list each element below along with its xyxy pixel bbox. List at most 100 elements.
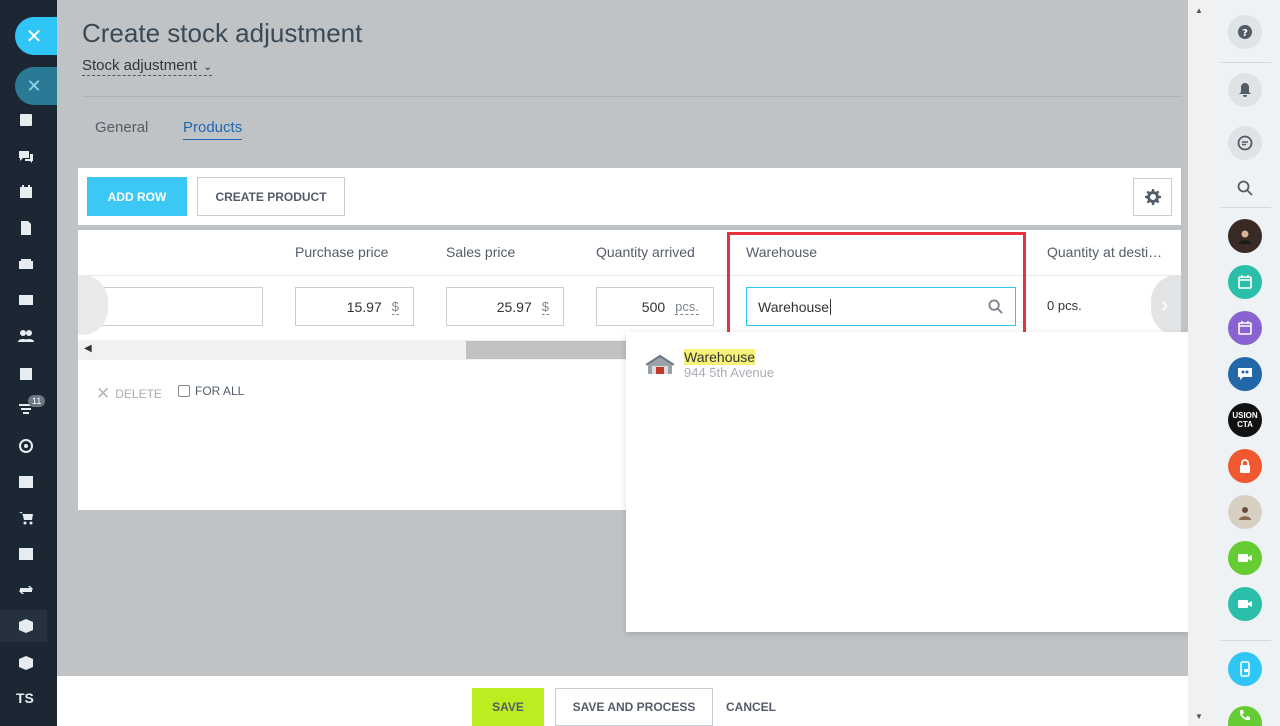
target-icon[interactable]	[17, 438, 35, 454]
cart-icon[interactable]	[17, 510, 35, 526]
photo-avatar[interactable]	[1228, 495, 1262, 529]
gear-icon	[1144, 189, 1161, 205]
column-header-purchase-price[interactable]: Purchase price	[295, 244, 388, 260]
close-icon: ✕	[25, 25, 43, 48]
chevron-right-icon: ›	[1161, 292, 1169, 317]
tab-products[interactable]: Products	[183, 119, 243, 140]
lock-icon	[1240, 459, 1250, 473]
create-product-button[interactable]: CREATE PRODUCT	[197, 177, 345, 216]
grid-scroll-left-button[interactable]	[78, 275, 108, 335]
column-header-sales-price[interactable]: Sales price	[446, 244, 515, 260]
scroll-down-arrow-icon[interactable]: ▼	[1195, 712, 1203, 721]
scroll-up-arrow-icon[interactable]: ▲	[1195, 6, 1203, 15]
separator	[1221, 640, 1271, 641]
fusion-avatar[interactable]: USION CTA	[1228, 403, 1262, 437]
for-all-label: FOR ALL	[195, 384, 245, 398]
vertical-scrollbar[interactable]: ▲ ▼	[1188, 0, 1211, 726]
calendar-icon[interactable]	[17, 184, 35, 200]
quantity-unit[interactable]: pcs.	[675, 299, 699, 315]
drive-icon[interactable]	[17, 256, 35, 272]
column-header-quantity-arrived[interactable]: Quantity arrived	[596, 244, 695, 260]
avatar[interactable]	[1228, 219, 1262, 253]
search-button[interactable]	[1228, 171, 1262, 205]
right-panel: ? USION CTA	[1211, 0, 1280, 726]
highlight-frame	[727, 232, 1026, 343]
video-call-button-2[interactable]	[1228, 587, 1262, 621]
calendar-icon	[1238, 275, 1252, 289]
group-icon[interactable]	[17, 328, 35, 344]
video-call-button[interactable]	[1228, 541, 1262, 575]
bell-icon	[1239, 83, 1251, 97]
user-photo-icon	[1239, 507, 1251, 520]
sales-currency[interactable]: $	[541, 299, 549, 315]
locked-chat-button[interactable]	[1228, 449, 1262, 483]
calendar-chat-button-2[interactable]	[1228, 311, 1262, 345]
products-toolbar: ADD ROW CREATE PRODUCT	[78, 168, 1181, 225]
chat-button[interactable]	[1228, 126, 1262, 160]
warehouse-building-icon	[646, 354, 674, 374]
tab-general[interactable]: General	[95, 119, 148, 136]
phone-icon	[1239, 710, 1250, 721]
page-title: Create stock adjustment	[82, 18, 363, 48]
calendar-icon	[1238, 321, 1252, 335]
document-icon[interactable]	[17, 220, 35, 236]
chat-bubble-icon	[1237, 135, 1253, 151]
chat-icon[interactable]	[17, 149, 35, 165]
quantity-destination-value: 0 pcs.	[1047, 298, 1082, 313]
close-icon: ✕	[26, 75, 42, 96]
delete-label: DELETE	[115, 387, 162, 401]
horizontal-scrollbar-thumb[interactable]	[466, 341, 636, 359]
warehouse-dropdown: Warehouse 944 5th Avenue	[626, 332, 1188, 632]
video-camera-icon	[1238, 600, 1252, 608]
sales-price-input[interactable]: 25.97 $	[446, 287, 564, 326]
fusion-avatar-text: USION CTA	[1232, 411, 1258, 429]
quantity-input[interactable]: 500 pcs.	[596, 287, 714, 326]
document-type-label: Stock adjustment	[82, 57, 198, 74]
checkbox[interactable]	[178, 385, 190, 397]
sites-icon[interactable]	[17, 474, 35, 490]
user-photo-icon	[1239, 230, 1251, 244]
purchase-price-value: 15.97	[346, 298, 382, 315]
close-icon: ✕	[96, 384, 111, 403]
notifications-button[interactable]	[1228, 73, 1262, 107]
telephony-button[interactable]	[1228, 652, 1262, 686]
scroll-left-arrow-icon[interactable]: ◀	[84, 343, 92, 354]
help-button[interactable]: ?	[1228, 15, 1262, 49]
group-chat-button[interactable]	[1228, 357, 1262, 391]
column-header-quantity-destination[interactable]: Quantity at desti…	[1047, 244, 1162, 260]
separator	[1221, 207, 1271, 208]
calendar-chat-button[interactable]	[1228, 265, 1262, 299]
divider	[82, 96, 1182, 97]
purchase-currency[interactable]: $	[391, 299, 399, 315]
grid-settings-button[interactable]	[1133, 178, 1172, 216]
save-button[interactable]: SAVE	[472, 688, 544, 726]
delete-button[interactable]: ✕ DELETE	[96, 384, 162, 404]
close-slider-button[interactable]: ✕	[15, 17, 57, 55]
grid-scroll-right-button[interactable]: ›	[1151, 275, 1181, 335]
footer-action-bar: SAVE SAVE AND PROCESS CANCEL	[57, 676, 1188, 726]
inventory-box-icon-2[interactable]	[17, 655, 35, 671]
dropdown-item-address: 944 5th Avenue	[684, 365, 775, 380]
help-icon: ?	[1238, 25, 1252, 39]
search-icon	[1237, 180, 1253, 196]
task-icon[interactable]	[17, 366, 35, 382]
mail-icon[interactable]	[17, 292, 35, 308]
user-initials[interactable]: TS	[16, 690, 34, 706]
close-slider-button-secondary[interactable]: ✕	[15, 67, 57, 105]
for-all-checkbox[interactable]: FOR ALL	[178, 384, 244, 398]
save-and-process-button[interactable]: SAVE AND PROCESS	[555, 688, 713, 726]
call-button[interactable]	[1228, 706, 1262, 726]
group-chat-icon	[1238, 368, 1252, 380]
chevron-down-icon: ⌄	[203, 61, 213, 73]
inventory-box-icon[interactable]	[17, 618, 35, 634]
document-type-selector[interactable]: Stock adjustment ⌄	[82, 57, 213, 76]
stream-icon[interactable]	[17, 112, 35, 128]
sync-icon[interactable]	[17, 582, 35, 598]
contact-card-icon[interactable]	[17, 546, 35, 562]
svg-text:?: ?	[1242, 28, 1248, 39]
purchase-price-input[interactable]: 15.97 $	[295, 287, 414, 326]
cancel-button[interactable]: CANCEL	[726, 700, 776, 714]
separator	[1221, 62, 1271, 63]
add-row-button[interactable]: ADD ROW	[87, 177, 187, 216]
crm-badge: 11	[28, 395, 46, 407]
